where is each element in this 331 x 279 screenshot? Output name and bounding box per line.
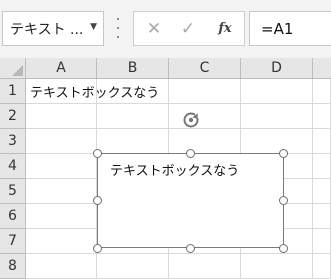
row-header-6[interactable]: 6 xyxy=(0,204,26,229)
cell-e1[interactable] xyxy=(313,79,331,104)
formula-input[interactable]: =A1 xyxy=(249,11,331,46)
select-all-icon xyxy=(12,65,23,76)
row-header-1[interactable]: 1 xyxy=(0,79,26,104)
cell-d2[interactable] xyxy=(241,104,313,129)
column-header-c[interactable]: C xyxy=(169,58,241,79)
cell-c8[interactable] xyxy=(169,254,241,279)
resize-handle-right[interactable] xyxy=(279,196,288,205)
cell-e5[interactable] xyxy=(313,179,331,204)
worksheet-grid: A B C D 1 2 3 4 5 6 7 8 テキストボックスなう テキストボ… xyxy=(0,58,331,279)
resize-handle-bottom-right[interactable] xyxy=(279,244,288,253)
cell-b3[interactable] xyxy=(97,129,169,154)
chevron-down-icon[interactable]: ▼ xyxy=(90,22,97,32)
row-header-4[interactable]: 4 xyxy=(0,154,26,179)
formula-buttons: ✕ ✓ fx xyxy=(133,11,245,46)
select-all-button[interactable] xyxy=(0,58,26,79)
cell-e3[interactable] xyxy=(313,129,331,154)
cell-a4[interactable] xyxy=(26,154,97,179)
column-header-a[interactable]: A xyxy=(26,58,97,79)
cell-b8[interactable] xyxy=(97,254,169,279)
row-header-5[interactable]: 5 xyxy=(0,179,26,204)
cell-e6[interactable] xyxy=(313,204,331,229)
cell-c1[interactable] xyxy=(169,79,241,104)
cell-e4[interactable] xyxy=(313,154,331,179)
text-box-content: テキストボックスなう xyxy=(110,164,240,179)
cell-a1[interactable] xyxy=(26,79,97,104)
enter-icon[interactable]: ✓ xyxy=(176,12,200,45)
cell-a2[interactable] xyxy=(26,104,97,129)
name-box[interactable]: テキスト ... ▼ xyxy=(2,11,104,46)
row-header-3[interactable]: 3 xyxy=(0,129,26,154)
resize-handle-bottom[interactable] xyxy=(186,244,195,253)
resize-handle-icon[interactable] xyxy=(116,18,120,38)
resize-handle-left[interactable] xyxy=(93,196,102,205)
row-header-7[interactable]: 7 xyxy=(0,229,26,254)
resize-handle-top-right[interactable] xyxy=(279,149,288,158)
cell-a7[interactable] xyxy=(26,229,97,254)
cell-c3[interactable] xyxy=(169,129,241,154)
row-header-2[interactable]: 2 xyxy=(0,104,26,129)
cell-b2[interactable] xyxy=(97,104,169,129)
column-header-b[interactable]: B xyxy=(97,58,169,79)
text-box[interactable]: テキストボックスなう xyxy=(97,153,284,248)
resize-handle-top-left[interactable] xyxy=(93,149,102,158)
cell-c2[interactable] xyxy=(169,104,241,129)
cell-e8[interactable] xyxy=(313,254,331,279)
cancel-icon[interactable]: ✕ xyxy=(142,12,166,45)
rotate-handle-icon[interactable] xyxy=(181,110,201,130)
resize-handle-bottom-left[interactable] xyxy=(93,244,102,253)
insert-function-icon[interactable]: fx xyxy=(212,12,238,45)
column-header-e[interactable] xyxy=(313,58,331,79)
cell-d1[interactable] xyxy=(241,79,313,104)
formula-bar: テキスト ... ▼ ✕ ✓ fx =A1 xyxy=(0,0,331,58)
cell-b1[interactable] xyxy=(97,79,169,104)
cell-a8[interactable] xyxy=(26,254,97,279)
name-box-value: テキスト ... xyxy=(10,21,84,38)
cell-a6[interactable] xyxy=(26,204,97,229)
cell-e2[interactable] xyxy=(313,104,331,129)
cell-d3[interactable] xyxy=(241,129,313,154)
column-header-d[interactable]: D xyxy=(241,58,313,79)
row-header-8[interactable]: 8 xyxy=(0,254,26,279)
cell-d8[interactable] xyxy=(241,254,313,279)
cell-a3[interactable] xyxy=(26,129,97,154)
formula-value: =A1 xyxy=(261,19,294,38)
cell-a5[interactable] xyxy=(26,179,97,204)
cell-e7[interactable] xyxy=(313,229,331,254)
resize-handle-top[interactable] xyxy=(186,149,195,158)
